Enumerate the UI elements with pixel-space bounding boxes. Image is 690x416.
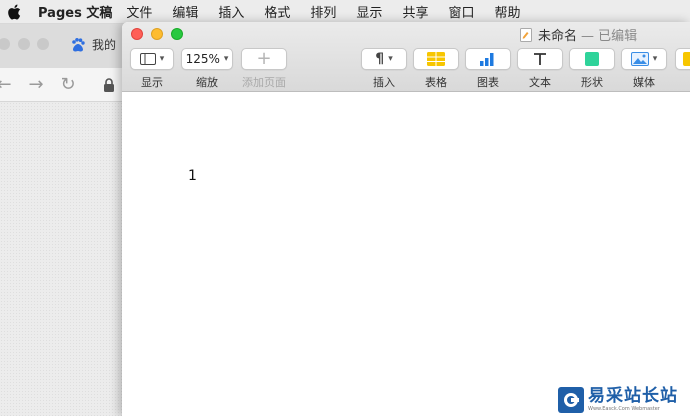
table-label: 表格 bbox=[425, 76, 447, 89]
media-button[interactable]: ▾ bbox=[621, 48, 667, 70]
menu-file[interactable]: 文件 bbox=[126, 2, 152, 21]
chevron-down-icon: ▾ bbox=[388, 54, 393, 64]
add-page-button[interactable]: + bbox=[241, 48, 287, 70]
zoom-label: 缩放 bbox=[196, 76, 218, 89]
zoom-window-button[interactable] bbox=[171, 28, 183, 40]
browser-tab-bar: 我的 bbox=[0, 24, 130, 68]
chart-button[interactable] bbox=[465, 48, 511, 70]
watermark-text: 易采站长站 bbox=[588, 385, 678, 406]
app-menu[interactable]: Pages 文稿 bbox=[38, 2, 112, 21]
minimize-window-button[interactable] bbox=[151, 28, 163, 40]
zoom-value: 125% bbox=[185, 52, 220, 66]
lock-icon bbox=[104, 78, 114, 92]
menu-help[interactable]: 帮助 bbox=[494, 2, 520, 21]
document-body-text[interactable]: 1 bbox=[188, 168, 197, 184]
text-box-icon bbox=[534, 53, 546, 65]
menu-window[interactable]: 窗口 bbox=[448, 2, 474, 21]
reload-icon[interactable]: ↻ bbox=[58, 75, 78, 95]
menu-share[interactable]: 共享 bbox=[402, 2, 428, 21]
table-button[interactable] bbox=[413, 48, 459, 70]
comment-icon bbox=[683, 52, 690, 66]
insert-label: 插入 bbox=[373, 76, 395, 89]
insert-button[interactable]: ¶ ▾ bbox=[361, 48, 407, 70]
table-icon bbox=[427, 52, 445, 66]
document-title: 未命名 bbox=[538, 29, 578, 44]
shape-label: 形状 bbox=[581, 76, 603, 89]
easck-logo bbox=[558, 386, 584, 413]
menu-view[interactable]: 显示 bbox=[356, 2, 382, 21]
pages-window: 未命名 — 已编辑 ▾ 显示 125% ▾ 缩放 + 添加页面 ¶ ▾ 插入 表… bbox=[122, 22, 690, 416]
sidebar-view-icon bbox=[139, 53, 156, 65]
zoom-select[interactable]: 125% ▾ bbox=[181, 48, 233, 70]
baidu-paw-icon bbox=[72, 37, 85, 51]
browser-page-area bbox=[0, 102, 130, 416]
shape-button[interactable] bbox=[569, 48, 615, 70]
browser-nav-bar: ← → ↻ bbox=[0, 68, 130, 102]
watermark-subtext: Www.Easck.Com Webmaster bbox=[588, 405, 660, 412]
media-label: 媒体 bbox=[633, 76, 655, 89]
add-page-label: 添加页面 bbox=[242, 76, 286, 89]
menu-insert[interactable]: 插入 bbox=[218, 2, 244, 21]
chart-label: 图表 bbox=[477, 76, 499, 89]
chevron-down-icon: ▾ bbox=[223, 54, 229, 64]
view-label: 显示 bbox=[141, 76, 163, 89]
document-canvas[interactable]: 1 bbox=[122, 92, 690, 416]
view-button[interactable]: ▾ bbox=[130, 48, 174, 70]
document-status: — 已编辑 bbox=[581, 29, 638, 44]
text-label: 文本 bbox=[529, 76, 551, 89]
media-icon bbox=[630, 52, 649, 66]
shape-icon bbox=[585, 52, 599, 66]
paragraph-icon: ¶ bbox=[375, 51, 385, 67]
browser-tab[interactable]: 我的 bbox=[70, 36, 116, 53]
background-browser-window: 我的 ← → ↻ bbox=[0, 24, 130, 416]
browser-tab-title: 我的 bbox=[92, 38, 117, 52]
apple-menu-icon[interactable] bbox=[4, 2, 24, 22]
forward-arrow-icon[interactable]: → bbox=[26, 75, 46, 95]
pages-toolbar: 未命名 — 已编辑 ▾ 显示 125% ▾ 缩放 + 添加页面 ¶ ▾ 插入 表… bbox=[122, 22, 690, 92]
menu-format[interactable]: 格式 bbox=[264, 2, 290, 21]
comment-button[interactable] bbox=[675, 48, 690, 70]
plus-icon: + bbox=[256, 48, 272, 69]
document-title-bar[interactable]: 未命名 — 已编辑 bbox=[520, 25, 637, 44]
browser-zoom-dot[interactable] bbox=[37, 38, 49, 50]
back-arrow-icon[interactable]: ← bbox=[0, 75, 14, 95]
watermark: 易采站长站 Www.Easck.Com Webmaster bbox=[556, 383, 690, 416]
chevron-down-icon: ▾ bbox=[159, 54, 165, 64]
close-window-button[interactable] bbox=[131, 28, 143, 40]
browser-minimize-dot[interactable] bbox=[18, 38, 30, 50]
menu-arrange[interactable]: 排列 bbox=[310, 2, 336, 21]
browser-close-dot[interactable] bbox=[0, 38, 10, 50]
menu-bar: Pages 文稿 文件 编辑 插入 格式 排列 显示 共享 窗口 帮助 bbox=[0, 0, 690, 24]
chevron-down-icon: ▾ bbox=[652, 54, 658, 64]
pages-document-icon bbox=[520, 27, 532, 42]
menu-edit[interactable]: 编辑 bbox=[172, 2, 198, 21]
text-box-button[interactable] bbox=[517, 48, 563, 70]
chart-icon bbox=[480, 53, 494, 66]
